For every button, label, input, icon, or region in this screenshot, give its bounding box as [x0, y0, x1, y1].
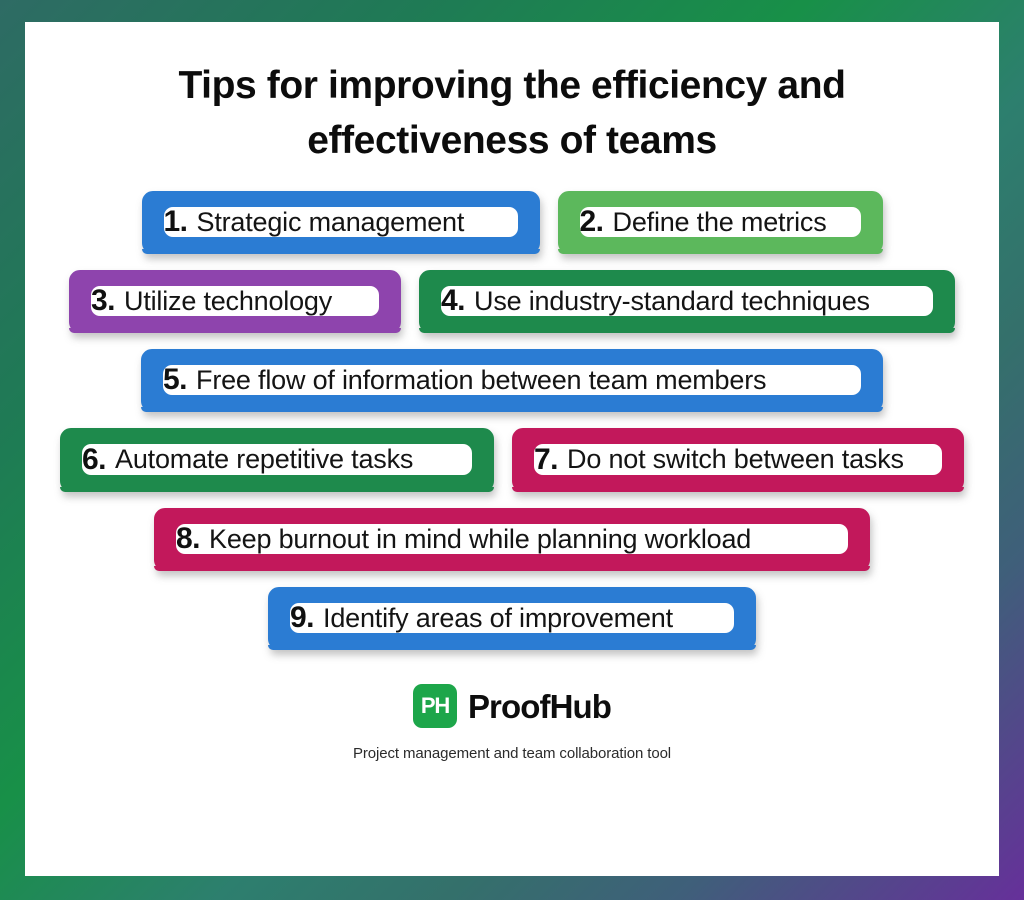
tip-number: 6. — [82, 442, 107, 476]
tip-box-surface: 2. Define the metrics — [579, 204, 861, 238]
tip-row: 5. Free flow of information between team … — [25, 349, 999, 413]
tip-box-surface: 8. Keep burnout in mind while planning wo… — [176, 521, 848, 555]
tip-box-surface: 9. Identify areas of improvement — [290, 601, 734, 635]
tip-box-7: 7. Do not switch between tasks — [512, 428, 964, 492]
tip-row: 1. Strategic management 2. Define the metri… — [25, 190, 999, 255]
tip-number: 8. — [176, 521, 201, 555]
brand-lockup: PH ProofHub — [25, 684, 999, 729]
poster-frame: Tips for improving the efficiency and ef… — [0, 0, 1024, 900]
tip-row: 9. Identify areas of improvement — [25, 586, 999, 651]
tip-box-surface: 7. Do not switch between tasks — [534, 442, 942, 476]
page-title: Tips for improving the efficiency and ef… — [178, 64, 846, 163]
tip-label: Identify areas of improvement — [323, 602, 673, 633]
title-block: Tips for improving the efficiency and ef… — [25, 22, 999, 169]
tip-label: Use industry-standard techniques — [474, 285, 870, 316]
tip-number: 1. — [163, 204, 189, 238]
tip-box-8: 8. Keep burnout in mind while planning wo… — [154, 507, 870, 572]
tips-list: 1. Strategic management 2. Define the metri… — [25, 190, 999, 666]
tip-box-surface: 3. Utilize technology — [91, 284, 379, 318]
tip-number: 9. — [290, 601, 315, 635]
tip-row: 6. Automate repetitive tasks 7. Do not swit… — [25, 428, 999, 492]
tip-box-6: 6. Automate repetitive tasks — [60, 428, 494, 492]
tip-number: 2. — [579, 204, 605, 238]
tip-box-9: 9. Identify areas of improvement — [268, 586, 756, 651]
tip-number: 3. — [91, 284, 116, 318]
tip-number: 4. — [441, 284, 466, 318]
tip-box-surface: 6. Automate repetitive tasks — [82, 442, 472, 476]
tip-box-surface: 1. Strategic management — [163, 204, 518, 238]
tip-box-surface: 4. Use industry-standard techniques — [441, 284, 933, 318]
tip-label: Utilize technology — [124, 285, 333, 316]
tip-box-4: 4. Use industry-standard techniques — [419, 269, 955, 334]
tip-box-2: 2. Define the metrics — [557, 190, 883, 255]
tip-box-5: 5. Free flow of information between team … — [141, 349, 883, 413]
tip-label: Define the metrics — [612, 206, 827, 237]
tip-box-1: 1. Strategic management — [141, 190, 540, 255]
tip-row: 3. Utilize technology 4. Use industry-stand… — [25, 269, 999, 334]
tip-box-3: 3. Utilize technology — [69, 269, 401, 334]
poster-canvas: Tips for improving the efficiency and ef… — [25, 22, 999, 876]
logo-monogram: PH — [420, 693, 450, 719]
tip-label: Automate repetitive tasks — [115, 444, 414, 475]
tip-label: Keep burnout in mind while planning work… — [209, 523, 752, 554]
tip-label: Strategic management — [196, 206, 465, 237]
tip-box-surface: 5. Free flow of information between team … — [163, 363, 861, 397]
brand-tagline: Project management and team collaboratio… — [352, 745, 672, 763]
tip-label: Free flow of information between team me… — [196, 365, 767, 396]
tip-number: 5. — [163, 363, 188, 397]
tip-label: Do not switch between tasks — [567, 444, 904, 475]
brand-name: ProofHub — [467, 687, 612, 725]
proofhub-logo-icon: PH — [412, 684, 457, 729]
tip-row: 8. Keep burnout in mind while planning wo… — [25, 507, 999, 572]
tip-number: 7. — [534, 442, 559, 476]
